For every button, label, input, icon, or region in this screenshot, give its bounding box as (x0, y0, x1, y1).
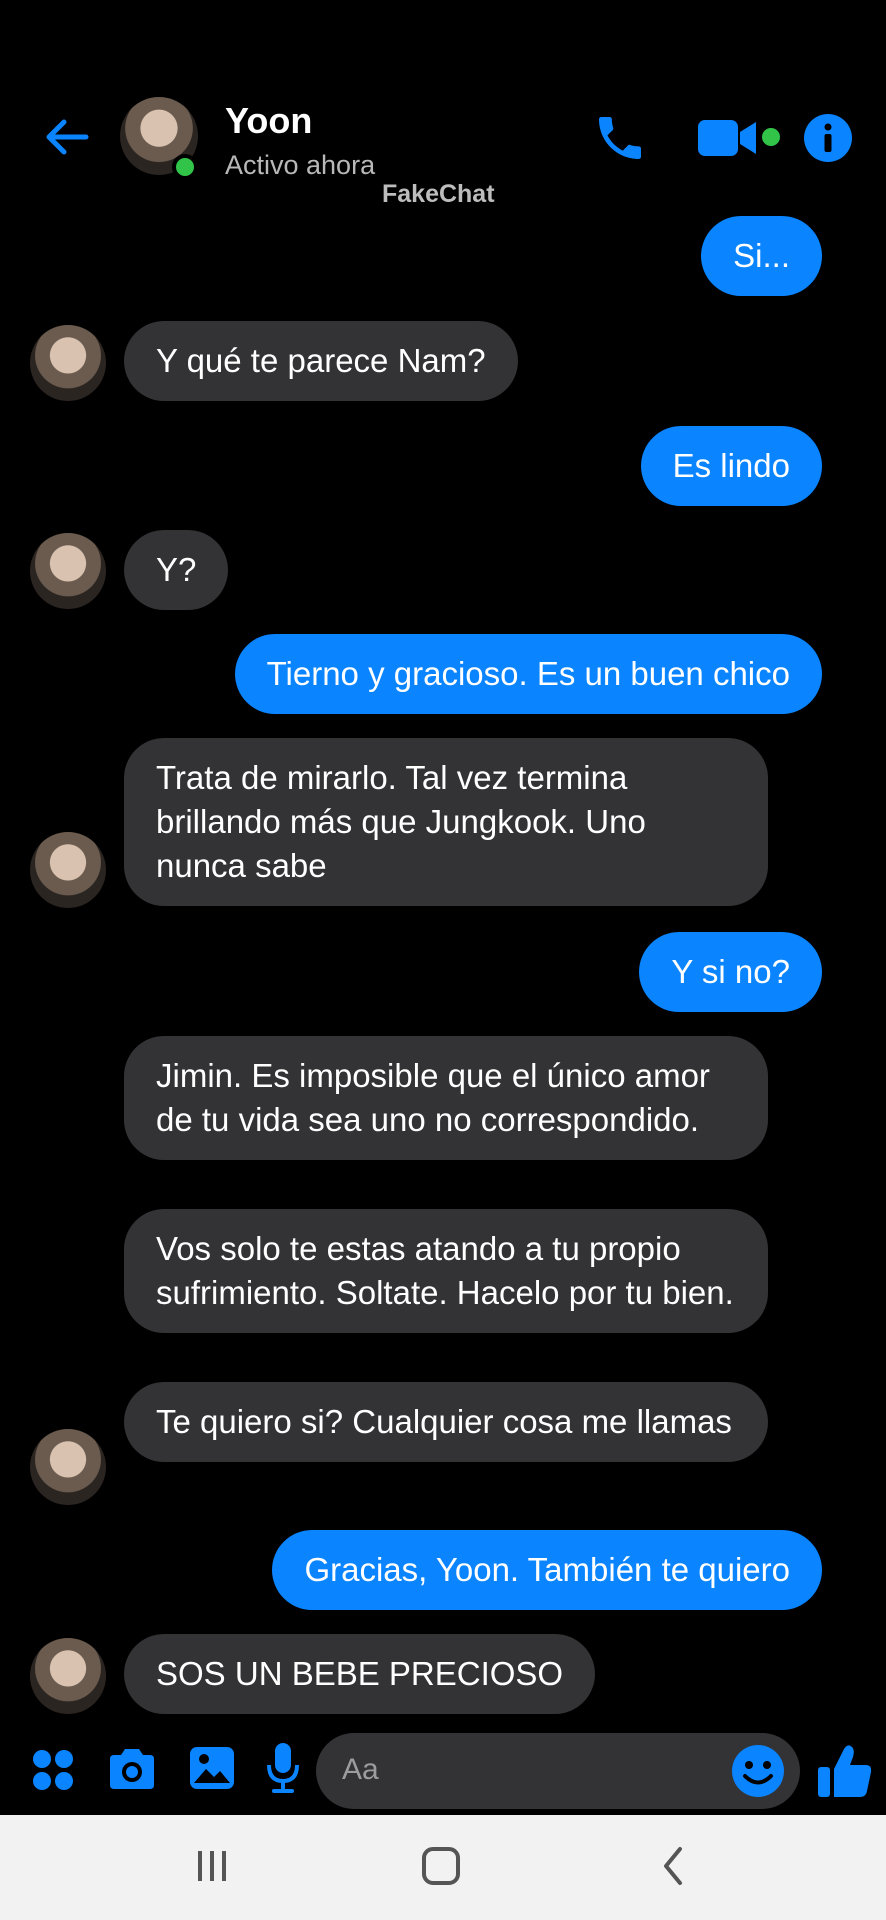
message-input-placeholder: Aa (342, 1753, 379, 1786)
message-received[interactable]: Y? (124, 530, 229, 610)
message-input[interactable]: Aa (316, 1733, 800, 1809)
message-received[interactable]: SOS UN BEBE PRECIOSO (124, 1634, 596, 1714)
back-icon[interactable] (658, 1845, 688, 1887)
home-icon[interactable] (420, 1845, 462, 1887)
watermark: FakeChat (382, 180, 495, 208)
message-received[interactable]: Vos solo te estas atando a tu propio suf… (124, 1209, 768, 1333)
video-active-dot (762, 128, 780, 146)
message-received[interactable]: Jimin. Es imposible que el único amor de… (124, 1036, 768, 1160)
contact-status: Activo ahora (225, 150, 376, 180)
gallery-icon[interactable] (188, 1743, 236, 1793)
message-sent[interactable]: Si... (701, 216, 822, 296)
camera-icon[interactable] (106, 1745, 158, 1793)
avatar[interactable] (30, 832, 106, 908)
message-received[interactable]: Y qué te parece Nam? (124, 321, 518, 401)
message-sent[interactable]: Tierno y gracioso. Es un buen chico (234, 634, 822, 714)
apps-icon[interactable] (30, 1747, 76, 1793)
back-arrow-icon[interactable] (40, 110, 94, 164)
avatar[interactable] (30, 325, 106, 401)
avatar[interactable] (30, 533, 106, 609)
video-call-icon[interactable] (696, 116, 760, 160)
avatar[interactable] (30, 1638, 106, 1714)
online-indicator (172, 154, 198, 180)
phone-call-icon[interactable] (592, 110, 648, 166)
emoji-icon[interactable] (730, 1743, 786, 1799)
chat-header: Yoon Activo ahora FakeChat (0, 0, 886, 220)
contact-name[interactable]: Yoon (225, 100, 312, 142)
system-navigation-bar (0, 1815, 886, 1920)
info-icon[interactable] (803, 113, 853, 163)
message-sent[interactable]: Y si no? (639, 932, 822, 1012)
recent-apps-icon[interactable] (192, 1847, 232, 1887)
avatar[interactable] (30, 1429, 106, 1505)
message-received[interactable]: Trata de mirarlo. Tal vez termina brilla… (124, 738, 768, 906)
message-sent[interactable]: Gracias, Yoon. También te quiero (272, 1530, 822, 1610)
microphone-icon[interactable] (266, 1741, 300, 1795)
message-sent[interactable]: Es lindo (640, 426, 822, 506)
message-received[interactable]: Te quiero si? Cualquier cosa me llamas (124, 1382, 768, 1462)
message-composer: Aa (0, 1725, 886, 1815)
like-icon[interactable] (814, 1741, 874, 1801)
